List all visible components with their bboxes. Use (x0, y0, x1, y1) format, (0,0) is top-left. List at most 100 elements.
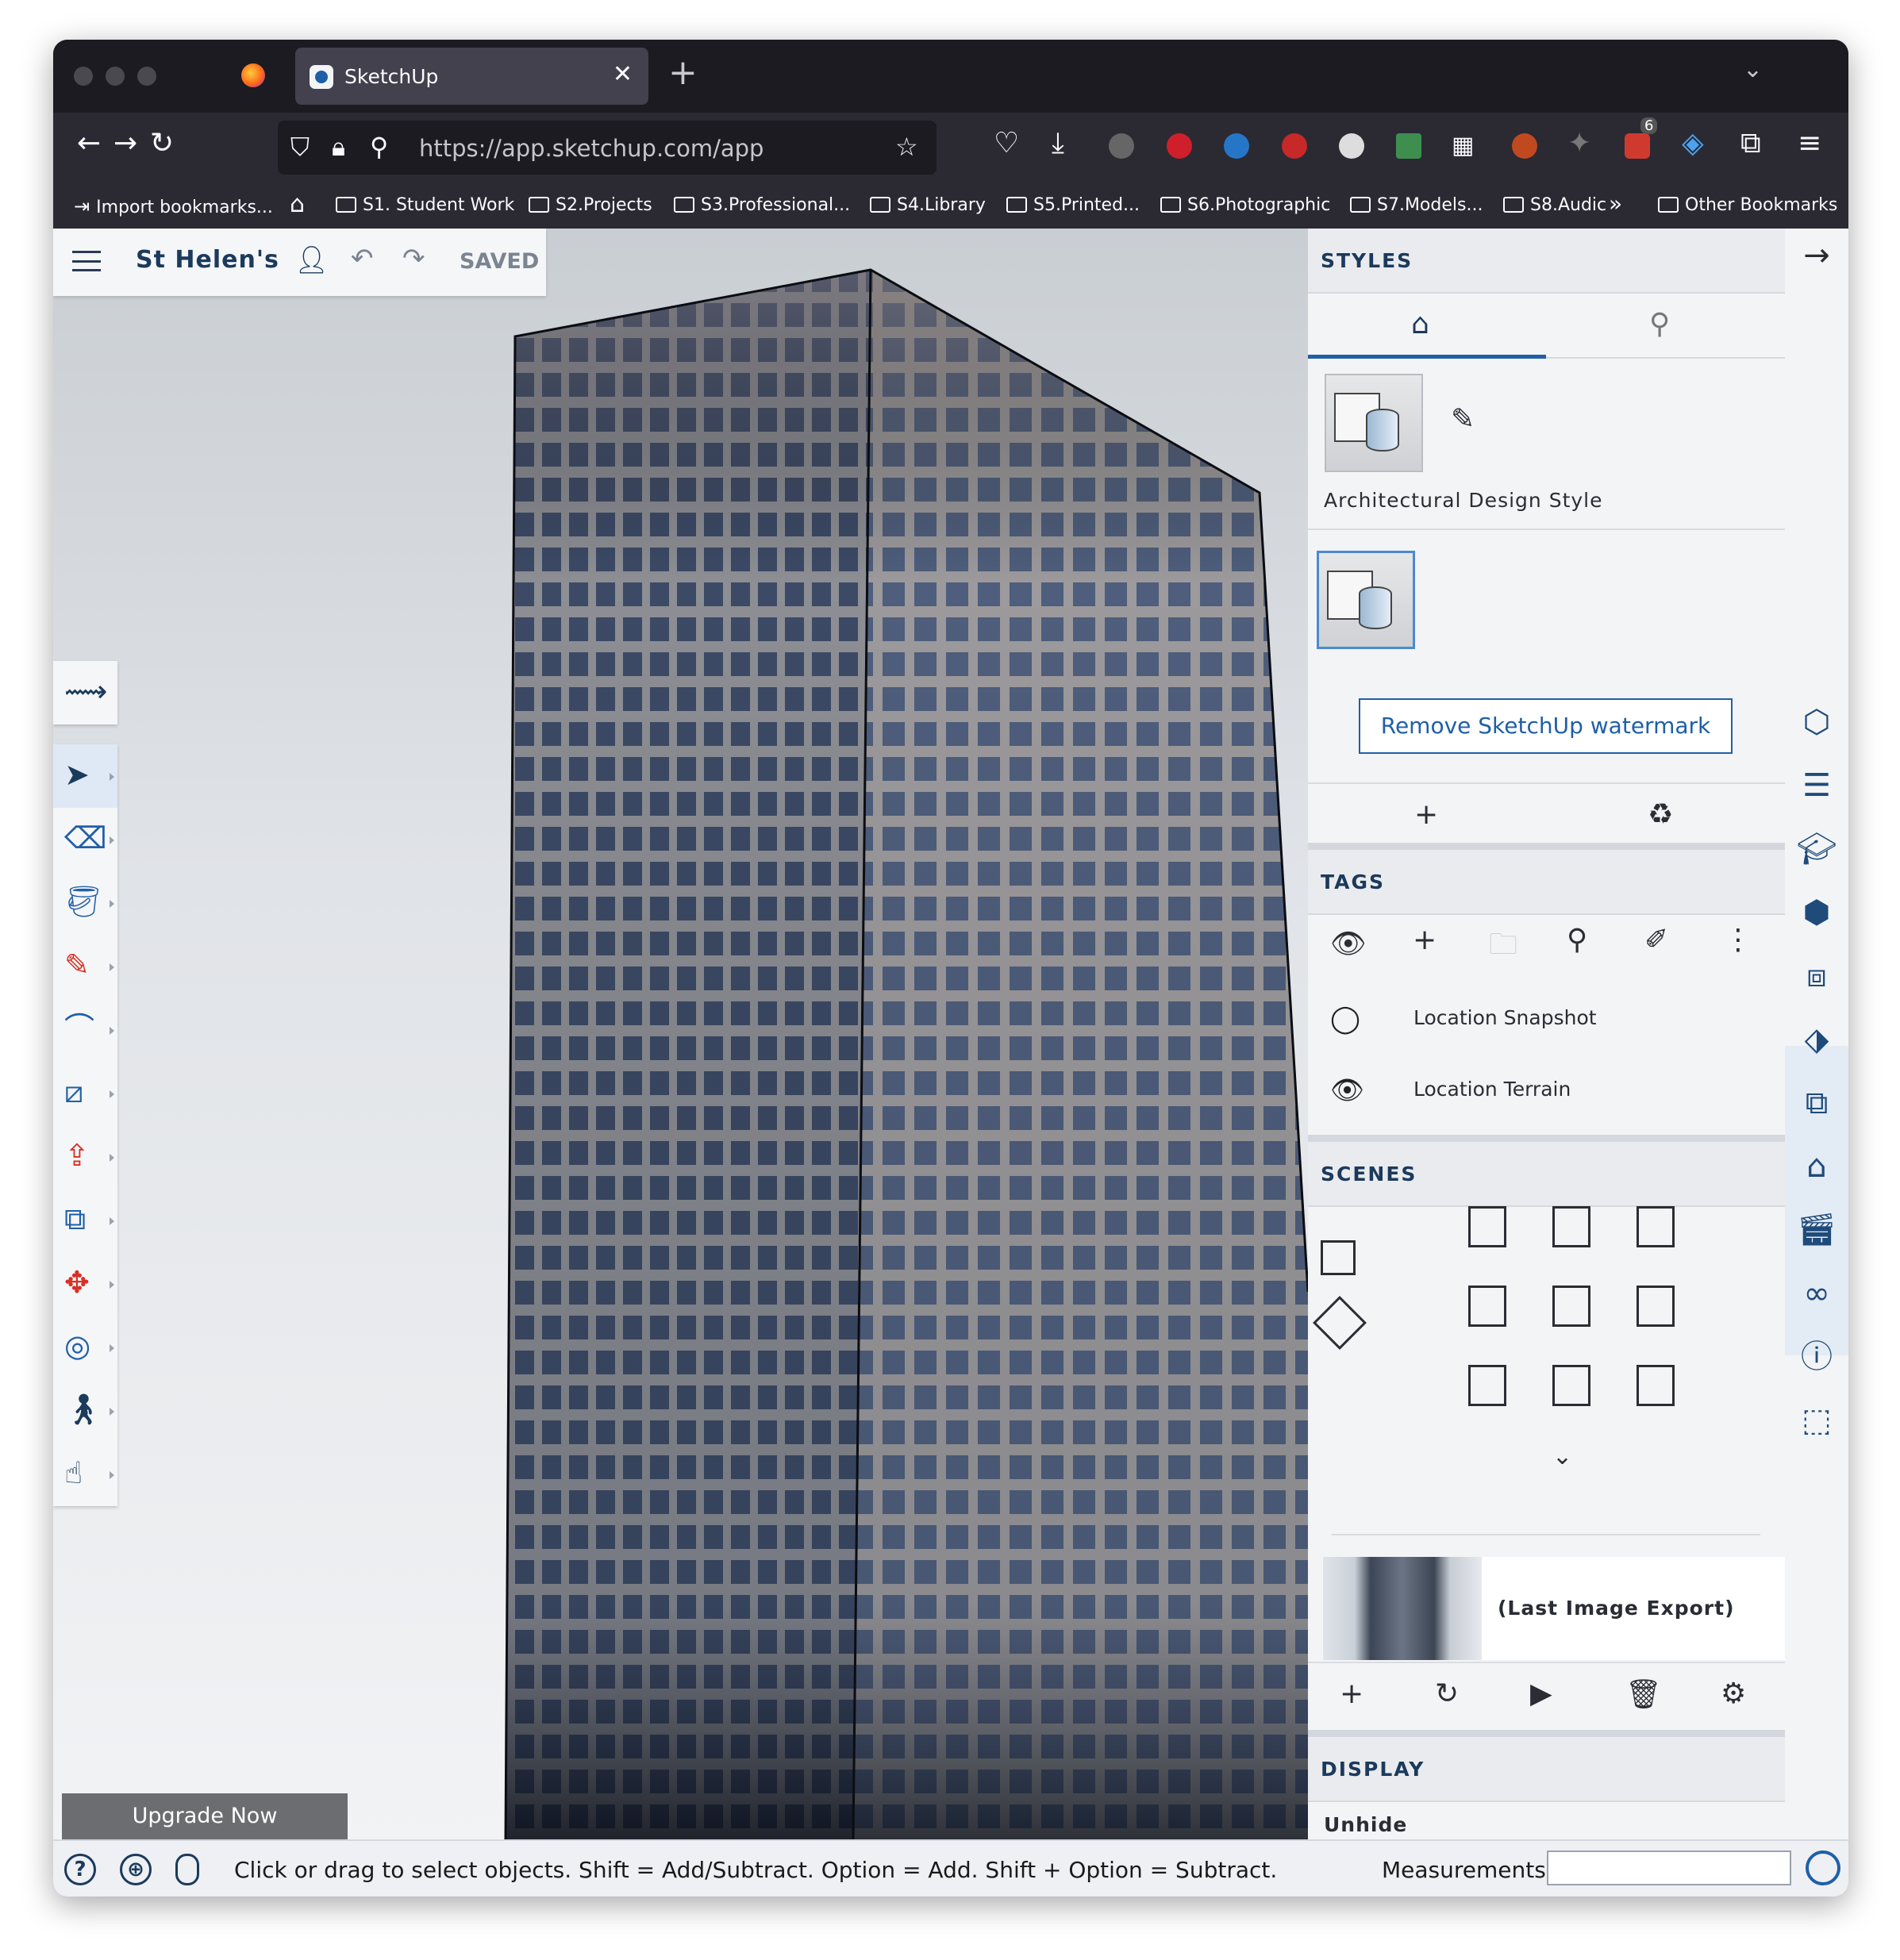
perspective-view-icon[interactable] (1321, 1240, 1356, 1275)
project-title[interactable]: St Helen's (136, 246, 279, 274)
display-header[interactable]: DISPLAY (1308, 1737, 1785, 1802)
move-tool[interactable]: ✥ (53, 1252, 117, 1316)
app-menu-icon[interactable]: ≡ (1798, 127, 1821, 159)
search-tags-icon[interactable]: ⚲ (1567, 924, 1587, 956)
scene-house-side-icon[interactable] (1637, 1365, 1675, 1406)
adblock-icon[interactable] (1282, 133, 1307, 159)
edit-style-icon[interactable]: ✎ (1451, 403, 1475, 436)
close-tab-icon[interactable]: ✕ (613, 60, 633, 88)
push-pull-tool[interactable]: ⇪ (53, 1125, 117, 1189)
paint-tool[interactable]: 🪣︎ (53, 871, 117, 935)
new-tab-button[interactable]: + (668, 52, 698, 93)
materials-icon[interactable]: ⬗ (1796, 1019, 1837, 1060)
select-tool[interactable]: ➤ (53, 744, 117, 808)
extensions-icon[interactable]: ⧉ (1740, 127, 1761, 160)
pan-tool[interactable]: ☝ (53, 1443, 117, 1506)
bird-extension-icon[interactable]: ✦ (1567, 127, 1591, 159)
scene-iso-view-icon[interactable] (1468, 1206, 1506, 1247)
address-bar[interactable]: ⛉ 🔒︎ ⚲ https://app.sketchup.com/app ☆ (278, 121, 937, 175)
cc-icon[interactable] (1339, 133, 1364, 159)
bookmark-folder[interactable]: S6.Photographic (1160, 195, 1330, 215)
model-viewport[interactable]: St Helen's 👤︎ ↶ ↷ SAVED ⟿ ➤ ⌫ 🪣︎ ✎ ⌒ ⧄ ⇪… (53, 229, 1308, 1839)
more-options-icon[interactable]: ⋮ (1724, 924, 1752, 956)
eye-visible-icon[interactable]: 👁︎ (1330, 1074, 1364, 1106)
pocket-icon[interactable]: ♡ (994, 127, 1019, 159)
layers-extension-icon[interactable]: ◈ (1682, 127, 1704, 159)
extension-warehouse-icon[interactable]: ⬢ (1796, 892, 1837, 933)
search-tools-button[interactable]: ⟿ (53, 661, 117, 724)
components-icon[interactable]: ⧈ (1796, 955, 1837, 997)
bookmark-folder[interactable]: S3.Professional... (674, 195, 850, 215)
chevron-down-icon[interactable]: ⌄ (1552, 1443, 1572, 1470)
styles-header[interactable]: STYLES (1308, 229, 1785, 294)
redo-icon[interactable]: ↷ (402, 243, 425, 275)
bookmark-folder[interactable]: S8.Audic (1503, 195, 1606, 215)
eye-hidden-icon[interactable]: ◯ (1330, 1003, 1360, 1035)
update-scene-icon[interactable]: ↻ (1435, 1678, 1459, 1710)
bookmark-folder[interactable]: S5.Printed... (1006, 195, 1140, 215)
tab-sketchup[interactable]: SketchUp ✕ (295, 48, 648, 105)
model-info-icon[interactable]: ⬚ (1796, 1400, 1837, 1441)
undo-icon[interactable]: ↶ (351, 243, 374, 275)
scene-front-view-icon[interactable] (1637, 1206, 1675, 1247)
display-panel-icon[interactable]: ∞ (1796, 1273, 1837, 1314)
scene-house-iso-icon[interactable] (1468, 1365, 1506, 1406)
tape-measure-tool[interactable]: ◎ (53, 1316, 117, 1379)
line-tool[interactable]: ✎ (53, 935, 117, 998)
downloads-icon[interactable]: ⤓ (1052, 127, 1064, 160)
delete-scene-icon[interactable]: 🗑︎ (1625, 1678, 1662, 1711)
styles-panel-icon[interactable]: ⧉ (1796, 1082, 1837, 1124)
walk-tool[interactable]: 🚶︎ (53, 1379, 117, 1443)
scene-right-view-icon[interactable] (1468, 1286, 1506, 1327)
help-icon[interactable]: ? (64, 1854, 96, 1885)
minimize-window-button[interactable] (106, 67, 125, 86)
offset-tool[interactable]: ⧉ (53, 1189, 117, 1252)
bookmark-folder[interactable]: S7.Models... (1350, 195, 1483, 215)
bookmark-folder[interactable]: S4.Library (870, 195, 986, 215)
scene-left-view-icon[interactable] (1637, 1286, 1675, 1327)
add-collaborator-icon[interactable]: 👤︎ (294, 244, 329, 276)
bookmark-folder[interactable]: S2.Projects (529, 195, 652, 215)
entity-info-icon[interactable]: ⬡ (1796, 701, 1837, 743)
tag-row-location-terrain[interactable]: 👁︎ Location Terrain (1308, 1054, 1785, 1127)
extension-avatar-icon[interactable] (1109, 133, 1134, 159)
remove-watermark-button[interactable]: Remove SketchUp watermark (1359, 698, 1733, 754)
tag-row-location-snapshot[interactable]: ◯ Location Snapshot (1308, 982, 1785, 1055)
collapse-panel-arrow-icon[interactable]: → (1796, 235, 1837, 276)
scene-top-view-icon[interactable] (1552, 1206, 1590, 1247)
extension-icon[interactable] (1512, 133, 1537, 159)
bookmark-folder[interactable]: S1. Student Work (336, 195, 514, 215)
measurements-input[interactable] (1547, 1850, 1791, 1885)
pinterest-icon[interactable] (1167, 133, 1192, 159)
bookmark-folder[interactable]: Other Bookmarks (1658, 195, 1837, 215)
add-tag-icon[interactable]: + (1413, 924, 1437, 956)
arc-tool[interactable]: ⌒ (53, 998, 117, 1062)
zoom-window-button[interactable] (137, 67, 156, 86)
current-style-thumbnail[interactable] (1325, 374, 1423, 472)
url-text[interactable]: https://app.sketchup.com/app (419, 135, 763, 162)
list-all-tabs-icon[interactable]: ⌄ (1743, 56, 1763, 83)
reload-icon[interactable]: ↻ (150, 127, 174, 159)
toggle-all-visibility-icon[interactable]: 👁︎ (1330, 927, 1367, 960)
add-style-icon[interactable]: + (1414, 798, 1438, 831)
badge-extension-icon[interactable] (1625, 133, 1650, 159)
back-icon[interactable]: ← (77, 127, 101, 159)
tag-tool-icon[interactable]: ✐ (1644, 924, 1668, 956)
hamburger-menu-icon[interactable] (72, 251, 101, 271)
scene-back-view-icon[interactable] (1552, 1286, 1590, 1327)
instructor-icon[interactable]: 🎓︎ (1796, 828, 1837, 870)
iso-view-icon[interactable] (1313, 1296, 1367, 1350)
grid-extension-icon[interactable]: ▦ (1452, 132, 1474, 159)
scenes-panel-icon[interactable]: 🎬︎ (1796, 1209, 1837, 1251)
rectangle-tool[interactable]: ⧄ (53, 1062, 117, 1125)
close-window-button[interactable] (74, 67, 93, 86)
chevron-more-icon[interactable]: » (1609, 190, 1622, 217)
info-icon[interactable]: ⓘ (1796, 1336, 1837, 1378)
forward-icon[interactable]: → (113, 127, 137, 159)
outliner-icon[interactable]: ☰ (1796, 765, 1837, 806)
sketchup-logo-icon[interactable] (1806, 1850, 1840, 1885)
tab-styles-browse[interactable]: ⚲ (1546, 294, 1785, 359)
permissions-icon[interactable]: ⚲ (370, 132, 388, 162)
lock-icon[interactable]: 🔒︎ (332, 132, 345, 163)
eraser-tool[interactable]: ⌫ (53, 808, 117, 871)
